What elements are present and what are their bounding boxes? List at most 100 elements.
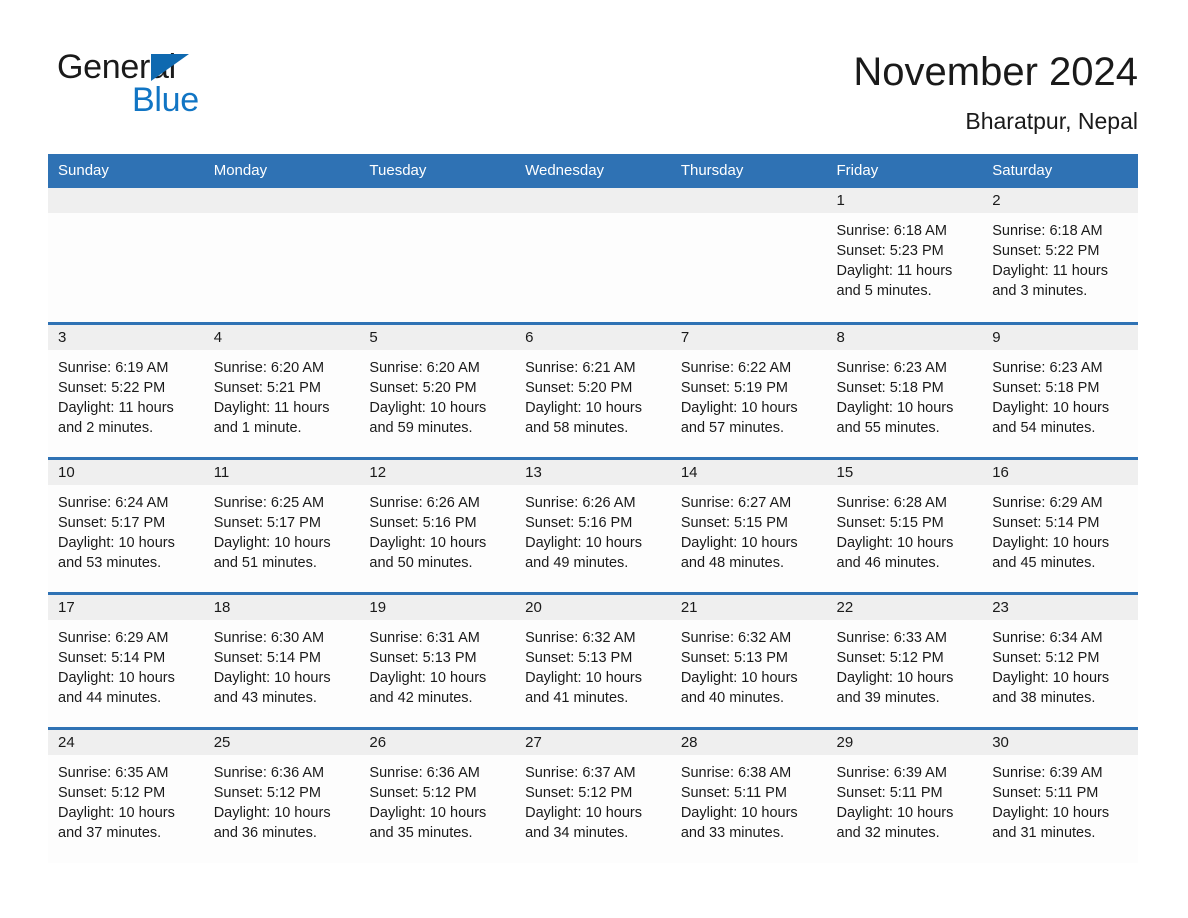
calendar-day-cell[interactable]: 24 Sunrise: 6:35 AM Sunset: 5:12 PM Dayligh… <box>48 726 204 863</box>
calendar-day-cell[interactable]: 25 Sunrise: 6:36 AM Sunset: 5:12 PM Dayligh… <box>203 726 360 864</box>
weekday-header-saturday: Saturday <box>982 154 1138 188</box>
cell-inner: 11 Sunrise: 6:25 AM Sunset: 5:17 PM Dayligh… <box>203 459 360 592</box>
calendar-day-cell[interactable]: 27 Sunrise: 6:37 AM Sunset: 5:12 PM Dayligh… <box>515 726 671 864</box>
day-number: 30 <box>982 729 1138 755</box>
sunset-text: Sunset: 5:11 PM <box>680 784 787 801</box>
sunset-text: Sunset: 5:20 PM <box>369 379 477 396</box>
calendar-day-cell[interactable]: 11 Sunrise: 6:25 AM Sunset: 5:17 PM Dayligh… <box>203 456 360 593</box>
day-details: Sunrise: 6:31 AM Sunset: 5:13 PM Daylight:… <box>359 620 515 708</box>
cell-inner: 13 Sunrise: 6:26 AM Sunset: 5:16 PM Dayligh… <box>515 459 671 592</box>
calendar-day-cell[interactable]: 17 Sunrise: 6:29 AM Sunset: 5:14 PM Dayligh… <box>48 591 204 728</box>
day-number: 12 <box>359 459 516 485</box>
sunrise-text: Sunrise: 6:38 AM <box>680 764 792 781</box>
calendar-day-cell[interactable]: 4 Sunrise: 6:20 AM Sunset: 5:21 PM Daylight… <box>203 321 360 458</box>
day-details: Sunrise: 6:23 AM Sunset: 5:18 PM Daylight:… <box>982 350 1138 438</box>
sunrise-text: Sunrise: 6:31 AM <box>369 629 480 646</box>
calendar-day-cell[interactable]: 22 Sunrise: 6:33 AM Sunset: 5:12 PM Dayligh… <box>826 591 983 728</box>
calendar-week-row: 1 Sunrise: 6:18 AM Sunset: 5:23 PM Daylight… <box>48 188 1138 323</box>
calendar-day-cell[interactable]: 19 Sunrise: 6:31 AM Sunset: 5:13 PM Dayligh… <box>359 591 516 728</box>
calendar-day-cell[interactable]: 14 Sunrise: 6:27 AM Sunset: 5:15 PM Dayligh… <box>670 456 827 593</box>
cell-inner: 16 Sunrise: 6:29 AM Sunset: 5:14 PM Dayligh… <box>982 459 1138 592</box>
daylight-text: Daylight: 10 hours and 43 minutes. <box>213 669 331 706</box>
calendar-day-cell[interactable]: 12 Sunrise: 6:26 AM Sunset: 5:16 PM Dayligh… <box>359 456 516 593</box>
day-number: 27 <box>515 729 671 755</box>
calendar-week-row: 10 Sunrise: 6:24 AM Sunset: 5:17 PM Dayligh… <box>48 456 1138 593</box>
sunrise-text: Sunrise: 6:30 AM <box>213 629 325 646</box>
day-number: 19 <box>359 594 516 620</box>
day-number: 26 <box>359 729 516 755</box>
calendar-day-cell[interactable]: 1 Sunrise: 6:18 AM Sunset: 5:23 PM Daylight… <box>826 188 983 323</box>
weekday-header-friday: Friday <box>826 154 983 188</box>
daylight-text: Daylight: 11 hours and 1 minute. <box>213 399 330 436</box>
calendar-day-cell[interactable]: 26 Sunrise: 6:36 AM Sunset: 5:12 PM Dayligh… <box>359 726 516 863</box>
daylight-text: Daylight: 10 hours and 50 minutes. <box>369 534 487 571</box>
day-number: 8 <box>826 324 983 350</box>
day-details: Sunrise: 6:22 AM Sunset: 5:19 PM Daylight:… <box>671 350 827 438</box>
calendar-day-cell[interactable]: 3 Sunrise: 6:19 AM Sunset: 5:22 PM Daylight… <box>48 321 204 458</box>
sunrise-text: Sunrise: 6:35 AM <box>58 764 169 781</box>
calendar-day-cell[interactable]: 15 Sunrise: 6:28 AM Sunset: 5:15 PM Dayligh… <box>826 456 983 593</box>
sunset-text: Sunset: 5:11 PM <box>836 784 943 801</box>
day-details: Sunrise: 6:37 AM Sunset: 5:12 PM Daylight:… <box>515 755 671 843</box>
calendar-day-cell[interactable]: 21 Sunrise: 6:32 AM Sunset: 5:13 PM Dayligh… <box>670 591 827 728</box>
calendar-week-row: 17 Sunrise: 6:29 AM Sunset: 5:14 PM Dayligh… <box>48 591 1138 728</box>
cell-inner: 22 Sunrise: 6:33 AM Sunset: 5:12 PM Dayligh… <box>826 594 983 727</box>
calendar-day-cell[interactable]: 30 Sunrise: 6:39 AM Sunset: 5:11 PM Dayligh… <box>982 726 1138 863</box>
calendar-day-cell[interactable]: 6 Sunrise: 6:21 AM Sunset: 5:20 PM Daylight… <box>515 321 671 458</box>
day-number: 6 <box>515 324 671 350</box>
cell-inner: 21 Sunrise: 6:32 AM Sunset: 5:13 PM Dayligh… <box>670 594 827 727</box>
daylight-text: Daylight: 10 hours and 57 minutes. <box>680 399 798 436</box>
calendar-day-cell[interactable]: 7 Sunrise: 6:22 AM Sunset: 5:19 PM Daylight… <box>670 321 827 458</box>
sunrise-text: Sunrise: 6:34 AM <box>992 629 1103 646</box>
sunrise-text: Sunrise: 6:33 AM <box>836 629 947 646</box>
day-number: 17 <box>48 594 204 620</box>
sunset-text: Sunset: 5:17 PM <box>213 514 321 531</box>
daylight-text: Daylight: 10 hours and 32 minutes. <box>836 804 954 841</box>
day-number <box>359 188 516 213</box>
page-title: November 2024 <box>853 50 1138 94</box>
calendar-day-cell[interactable]: 2 Sunrise: 6:18 AM Sunset: 5:22 PM Daylight… <box>982 188 1138 323</box>
calendar-day-cell[interactable]: 10 Sunrise: 6:24 AM Sunset: 5:17 PM Dayligh… <box>48 456 204 593</box>
sunrise-text: Sunrise: 6:23 AM <box>836 359 947 376</box>
cell-inner: 25 Sunrise: 6:36 AM Sunset: 5:12 PM Dayligh… <box>203 729 360 864</box>
calendar-day-cell[interactable]: 20 Sunrise: 6:32 AM Sunset: 5:13 PM Dayligh… <box>515 591 671 728</box>
sunset-text: Sunset: 5:11 PM <box>992 784 1099 801</box>
sunrise-text: Sunrise: 6:18 AM <box>992 223 1103 239</box>
cell-inner: 15 Sunrise: 6:28 AM Sunset: 5:15 PM Dayligh… <box>826 459 983 592</box>
daylight-text: Daylight: 10 hours and 59 minutes. <box>369 399 487 436</box>
cell-inner <box>670 188 827 322</box>
calendar-day-cell[interactable]: 18 Sunrise: 6:30 AM Sunset: 5:14 PM Dayligh… <box>203 591 360 728</box>
sunset-text: Sunset: 5:12 PM <box>836 649 944 666</box>
calendar-day-cell[interactable]: 28 Sunrise: 6:38 AM Sunset: 5:11 PM Dayligh… <box>670 726 827 863</box>
calendar-day-cell[interactable]: 13 Sunrise: 6:26 AM Sunset: 5:16 PM Dayligh… <box>515 456 671 593</box>
daylight-text: Daylight: 10 hours and 58 minutes. <box>525 399 642 436</box>
sunset-text: Sunset: 5:23 PM <box>836 243 944 259</box>
calendar-day-cell[interactable]: 16 Sunrise: 6:29 AM Sunset: 5:14 PM Dayligh… <box>982 456 1138 593</box>
calendar-day-cell[interactable]: 9 Sunrise: 6:23 AM Sunset: 5:18 PM Daylight… <box>982 321 1138 458</box>
sunrise-sunset-calendar: Sunday Monday Tuesday Wednesday Thursday… <box>48 154 1138 863</box>
cell-inner: 14 Sunrise: 6:27 AM Sunset: 5:15 PM Dayligh… <box>670 459 827 592</box>
calendar-day-cell[interactable]: 23 Sunrise: 6:34 AM Sunset: 5:12 PM Dayligh… <box>982 591 1138 728</box>
cell-inner: 10 Sunrise: 6:24 AM Sunset: 5:17 PM Dayligh… <box>48 459 204 592</box>
day-details: Sunrise: 6:23 AM Sunset: 5:18 PM Daylight:… <box>827 350 983 438</box>
day-details: Sunrise: 6:26 AM Sunset: 5:16 PM Daylight:… <box>359 485 515 573</box>
calendar-day-cell[interactable]: 29 Sunrise: 6:39 AM Sunset: 5:11 PM Dayligh… <box>826 726 983 863</box>
cell-inner: 27 Sunrise: 6:37 AM Sunset: 5:12 PM Dayligh… <box>515 729 671 864</box>
daylight-text: Daylight: 10 hours and 40 minutes. <box>680 669 798 706</box>
day-number: 3 <box>48 324 204 350</box>
day-number: 10 <box>48 459 204 485</box>
logo-word-blue: Blue <box>132 81 199 119</box>
weekday-header-sunday: Sunday <box>48 154 204 188</box>
day-number: 11 <box>203 459 360 485</box>
general-blue-logo[interactable]: General Blue <box>57 47 257 122</box>
day-details: Sunrise: 6:27 AM Sunset: 5:15 PM Daylight:… <box>671 485 827 573</box>
weekday-header-thursday: Thursday <box>670 154 827 188</box>
triangle-icon <box>151 54 189 81</box>
calendar-day-cell[interactable]: 5 Sunrise: 6:20 AM Sunset: 5:20 PM Daylight… <box>359 321 516 458</box>
day-details: Sunrise: 6:33 AM Sunset: 5:12 PM Daylight:… <box>827 620 983 708</box>
sunset-text: Sunset: 5:14 PM <box>58 649 166 666</box>
day-number <box>515 188 671 213</box>
weekday-header-monday: Monday <box>203 154 360 188</box>
calendar-day-cell[interactable]: 8 Sunrise: 6:23 AM Sunset: 5:18 PM Daylight… <box>826 321 983 458</box>
sunset-text: Sunset: 5:19 PM <box>680 379 789 396</box>
